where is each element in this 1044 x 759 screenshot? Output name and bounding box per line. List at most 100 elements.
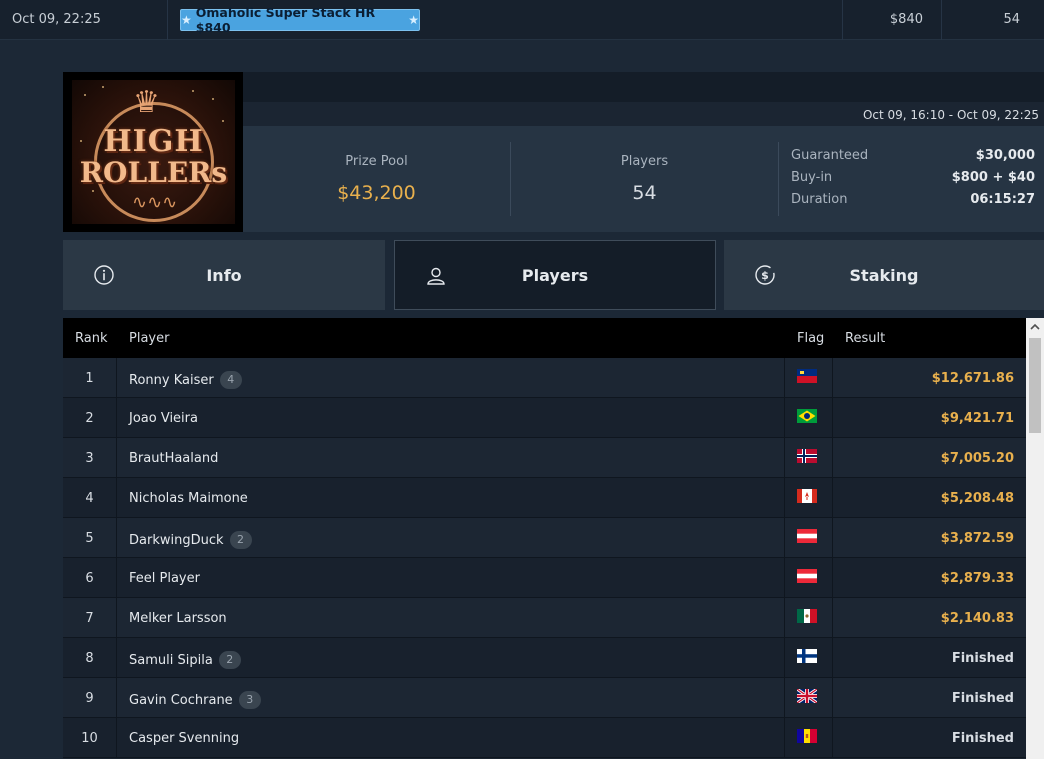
players-count: 54 <box>1003 12 1020 27</box>
reentry-count-badge: 2 <box>229 531 252 549</box>
header-result[interactable]: Result <box>845 331 885 346</box>
star-icon: ★ <box>181 13 192 27</box>
united-kingdom-flag-icon <box>797 689 817 703</box>
scrollbar-thumb[interactable] <box>1029 338 1041 433</box>
prize-pool-value: $43,200 <box>337 182 416 204</box>
reentry-count-badge: 3 <box>238 691 261 709</box>
tab-info-label: Info <box>206 265 242 285</box>
player-name-cell[interactable]: Ronny Kaiser 4 <box>129 371 242 389</box>
player-name: Nicholas Maimone <box>129 491 248 506</box>
tournament-name-badge[interactable]: ★ Omaholic Super Stack HR $840 ★ <box>180 5 420 35</box>
players-table: Rank Player Flag Result 1 Ronny Kaiser 4 … <box>63 318 1026 759</box>
player-name-cell[interactable]: Joao Vieira <box>129 411 198 426</box>
player-name-cell[interactable]: Casper Svenning <box>129 731 239 746</box>
reentry-count-badge: 4 <box>219 371 242 389</box>
rank-cell: 2 <box>85 411 94 426</box>
svg-text:$: $ <box>761 269 769 282</box>
austria-flag-icon <box>797 569 817 583</box>
dollar-circle-icon: $ <box>755 265 775 285</box>
norway-flag-icon <box>797 449 817 463</box>
tab-staking[interactable]: $ Staking <box>724 240 1044 310</box>
tournament-details: Guaranteed $30,000 Buy-in $800 + $40 Durat… <box>791 148 1035 214</box>
rank-cell: 1 <box>85 371 94 386</box>
result-cell: $7,005.20 <box>940 451 1014 466</box>
buyin-detail-value: $800 + $40 <box>951 170 1035 185</box>
players-stat: Players 54 <box>511 126 778 232</box>
result-cell: Finished <box>951 731 1014 746</box>
player-name: Gavin Cochrane <box>129 693 233 708</box>
guaranteed-value: $30,000 <box>975 148 1035 163</box>
header-rank[interactable]: Rank <box>75 331 107 346</box>
table-scrollbar[interactable] <box>1026 318 1044 759</box>
reentry-count-badge: 2 <box>218 651 241 669</box>
column-divider <box>167 0 168 40</box>
table-row[interactable]: 3 BrautHaaland $7,005.20 <box>63 438 1026 478</box>
table-row[interactable]: 4 Nicholas Maimone $5,208.48 <box>63 478 1026 518</box>
tournament-name: Omaholic Super Stack HR $840 <box>195 5 376 35</box>
table-row[interactable]: 1 Ronny Kaiser 4 $12,671.86 <box>63 358 1026 398</box>
austria-flag-icon <box>797 529 817 543</box>
rank-cell: 8 <box>85 651 94 666</box>
result-cell: $12,671.86 <box>931 371 1014 386</box>
player-name: DarkwingDuck <box>129 533 224 548</box>
table-header: Rank Player Flag Result <box>63 318 1026 358</box>
player-name-cell[interactable]: Nicholas Maimone <box>129 491 248 506</box>
mexico-flag-icon <box>797 609 817 623</box>
rank-cell: 7 <box>85 611 94 626</box>
start-date: Oct 09, 22:25 <box>12 12 101 27</box>
result-cell: $3,872.59 <box>940 531 1014 546</box>
table-row[interactable]: 8 Samuli Sipila 2 Finished <box>63 638 1026 678</box>
table-row[interactable]: 9 Gavin Cochrane 3 Finished <box>63 678 1026 718</box>
date-range: Oct 09, 16:10 - Oct 09, 22:25 <box>862 108 1039 122</box>
prize-pool-label: Prize Pool <box>345 154 408 169</box>
tab-players[interactable]: Players <box>394 240 716 310</box>
player-name-cell[interactable]: BrautHaaland <box>129 451 218 466</box>
high-rollers-logo: ♛ HIGH ROLLERs ∿∿∿ <box>72 80 235 224</box>
liechtenstein-flag-icon <box>797 369 817 383</box>
result-cell: Finished <box>951 651 1014 666</box>
result-cell: $9,421.71 <box>940 411 1014 426</box>
scroll-up-icon[interactable] <box>1029 321 1041 333</box>
rank-cell: 4 <box>85 491 94 506</box>
brazil-flag-icon <box>797 409 817 423</box>
player-name-cell[interactable]: Gavin Cochrane 3 <box>129 691 261 709</box>
player-name: BrautHaaland <box>129 451 219 466</box>
player-name-cell[interactable]: Samuli Sipila 2 <box>129 651 241 669</box>
column-divider <box>941 0 942 40</box>
canada-flag-icon <box>797 489 817 503</box>
tournament-list-row[interactable]: Oct 09, 22:25 ★ Omaholic Super Stack HR … <box>0 0 1044 40</box>
player-name: Feel Player <box>129 571 200 586</box>
column-divider <box>842 0 843 40</box>
andorra-flag-icon <box>797 729 817 743</box>
player-name-cell[interactable]: Feel Player <box>129 571 200 586</box>
tab-players-label: Players <box>521 265 589 285</box>
buyin-value: $840 <box>889 12 923 27</box>
duration-label: Duration <box>791 192 848 207</box>
tab-info[interactable]: Info <box>63 240 385 310</box>
info-icon <box>94 265 114 285</box>
rank-cell: 9 <box>85 691 94 706</box>
table-row[interactable]: 5 DarkwingDuck 2 $3,872.59 <box>63 518 1026 558</box>
player-name: Melker Larsson <box>129 611 227 626</box>
rank-cell: 5 <box>85 531 94 546</box>
tournament-logo: ♛ HIGH ROLLERs ∿∿∿ <box>63 72 243 232</box>
tab-staking-label: Staking <box>849 265 919 285</box>
guaranteed-label: Guaranteed <box>791 148 869 163</box>
table-row[interactable]: 7 Melker Larsson $2,140.83 <box>63 598 1026 638</box>
result-cell: $2,879.33 <box>940 571 1014 586</box>
player-name-cell[interactable]: DarkwingDuck 2 <box>129 531 252 549</box>
result-cell: $2,140.83 <box>940 611 1014 626</box>
table-row[interactable]: 2 Joao Vieira $9,421.71 <box>63 398 1026 438</box>
header-flag[interactable]: Flag <box>797 331 824 346</box>
header-player[interactable]: Player <box>129 331 169 346</box>
table-row[interactable]: 10 Casper Svenning Finished <box>63 718 1026 758</box>
player-name-cell[interactable]: Melker Larsson <box>129 611 227 626</box>
crown-icon: ♛ <box>133 85 160 120</box>
player-name: Ronny Kaiser <box>129 373 214 388</box>
table-row[interactable]: 6 Feel Player $2,879.33 <box>63 558 1026 598</box>
tab-bar: Info Players $ Staking <box>63 240 1044 310</box>
result-cell: $5,208.48 <box>940 491 1014 506</box>
tournament-stats: Prize Pool $43,200 Players 54 Guaranteed… <box>243 126 1044 232</box>
player-name: Samuli Sipila <box>129 653 213 668</box>
finland-flag-icon <box>797 649 817 663</box>
